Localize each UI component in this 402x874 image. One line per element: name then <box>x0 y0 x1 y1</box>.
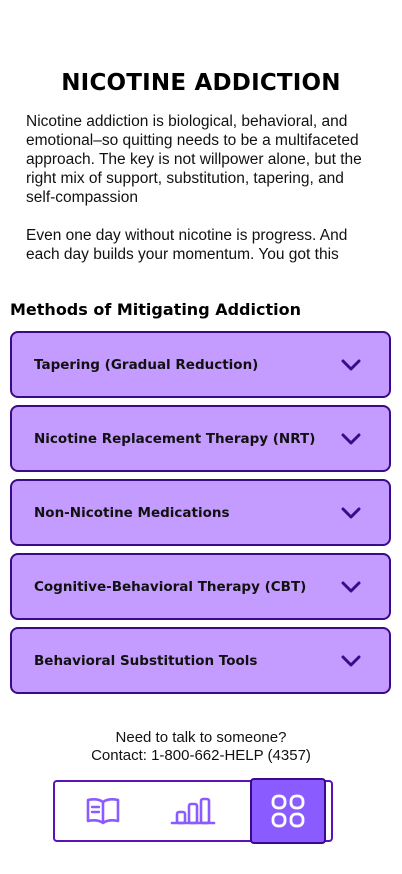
accordion-item-label: Nicotine Replacement Therapy (NRT) <box>34 430 316 447</box>
accordion-item-non-nicotine-medications[interactable]: Non-Nicotine Medications <box>10 479 391 546</box>
accordion-item-cbt[interactable]: Cognitive-Behavioral Therapy (CBT) <box>10 553 391 620</box>
bar-chart-icon <box>170 797 216 825</box>
accordion-item-tapering[interactable]: Tapering (Gradual Reduction) <box>10 331 391 398</box>
accordion-item-label: Cognitive-Behavioral Therapy (CBT) <box>34 578 307 595</box>
chevron-down-icon <box>341 655 361 666</box>
nav-learn-button[interactable] <box>63 782 143 840</box>
accordion-item-label: Non-Nicotine Medications <box>34 504 230 521</box>
chevron-down-icon <box>341 507 361 518</box>
grid-icon <box>271 794 305 828</box>
nav-resources-button[interactable] <box>250 778 326 844</box>
nav-progress-button[interactable] <box>153 782 233 840</box>
accordion-item-label: Behavioral Substitution Tools <box>34 652 258 669</box>
intro-paragraph-1: Nicotine addiction is biological, behavi… <box>26 113 362 206</box>
page-title: NICOTINE ADDICTION <box>61 70 341 96</box>
methods-heading: Methods of Mitigating Addiction <box>10 300 301 319</box>
accordion-item-label: Tapering (Gradual Reduction) <box>34 356 259 373</box>
chevron-down-icon <box>341 581 361 592</box>
book-icon <box>86 798 120 825</box>
methods-accordion: Tapering (Gradual Reduction) Nicotine Re… <box>10 331 391 701</box>
accordion-item-behavioral-substitution[interactable]: Behavioral Substitution Tools <box>10 627 391 694</box>
chevron-down-icon <box>341 433 361 444</box>
contact-info: Need to talk to someone? Contact: 1-800-… <box>0 729 402 765</box>
accordion-item-nrt[interactable]: Nicotine Replacement Therapy (NRT) <box>10 405 391 472</box>
contact-phone[interactable]: Contact: 1-800-662-HELP (4357) <box>0 747 402 765</box>
bottom-nav <box>53 778 333 844</box>
chevron-down-icon <box>341 359 361 370</box>
intro-text: Nicotine addiction is biological, behavi… <box>26 112 376 283</box>
contact-prompt: Need to talk to someone? <box>115 729 287 746</box>
intro-paragraph-2: Even one day without nicotine is progres… <box>26 227 348 263</box>
